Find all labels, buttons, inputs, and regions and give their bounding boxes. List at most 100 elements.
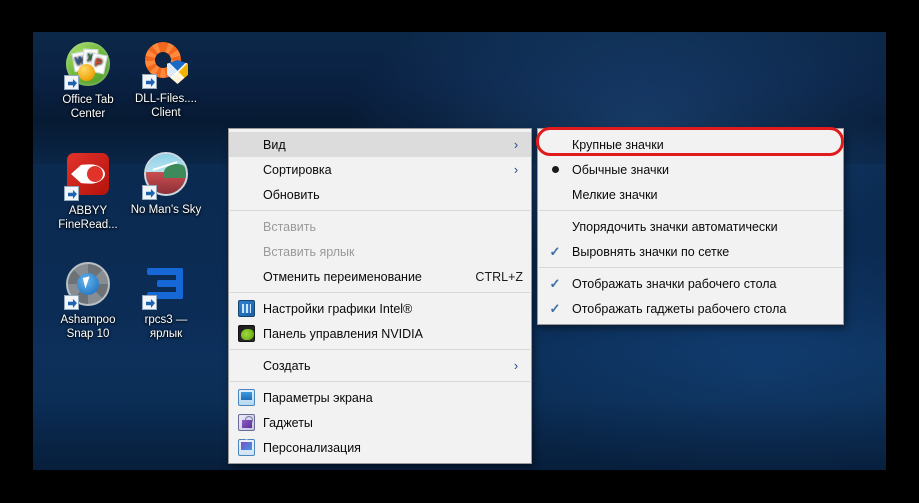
shortcut-arrow-icon: [142, 185, 157, 200]
menu-separator: [539, 267, 842, 268]
desktop-icon-label: ярлык: [149, 327, 183, 340]
chevron-right-icon: ›: [513, 162, 519, 177]
menu-mark-slot: [538, 132, 572, 157]
menu-item-label: Отображать гаджеты рабочего стола: [572, 301, 787, 316]
menu-item-label: Отменить переименование: [263, 269, 422, 284]
intel-graphics-icon: [237, 300, 255, 317]
desktop-icon-label: DLL-Files....: [135, 93, 197, 105]
menu-icon-slot: [229, 264, 263, 289]
menu-icon-slot: [229, 435, 263, 460]
menu-icon-slot: [229, 385, 263, 410]
desktop-icon-abbyy-finereader[interactable]: ABBYY FineRead...: [45, 150, 131, 232]
desktop-context-menu[interactable]: Вид › Сортировка › Обновить Вставить Вст…: [228, 128, 532, 464]
menu-mark-slot: [538, 214, 572, 239]
desktop-icon-label: Office Tab: [62, 94, 114, 106]
chevron-right-icon: ›: [513, 358, 519, 373]
desktop-icon-label: No Man's Sky: [130, 204, 202, 216]
ashampoo-snap-icon: [64, 262, 112, 310]
radio-selected-icon: [551, 166, 559, 173]
rpcs3-icon: [142, 262, 190, 310]
menu-icon-slot: [229, 132, 263, 157]
menu-item-label: Мелкие значки: [572, 187, 658, 202]
menu-mark-slot: [538, 157, 572, 182]
shortcut-arrow-icon: [64, 186, 79, 201]
menu-item-label: Гаджеты: [263, 415, 313, 430]
desktop-icon-label: rpcs3 —: [144, 314, 188, 326]
menu-separator: [230, 381, 530, 382]
shortcut-arrow-icon: [64, 295, 79, 310]
menu-item-new[interactable]: Создать ›: [229, 353, 531, 378]
menu-item-display-settings[interactable]: Параметры экрана: [229, 385, 531, 410]
menu-item-paste-shortcut: Вставить ярлык: [229, 239, 531, 264]
menu-item-sort[interactable]: Сортировка ›: [229, 157, 531, 182]
checkmark-icon: ✓: [549, 276, 561, 291]
display-settings-icon: [237, 389, 255, 406]
view-submenu[interactable]: Крупные значки Обычные значки Мелкие зна…: [537, 128, 844, 325]
menu-item-label: Настройки графики Intel®: [263, 301, 413, 316]
menu-separator: [230, 210, 530, 211]
menu-item-label: Создать: [263, 358, 311, 373]
menu-item-nvidia-control-panel[interactable]: Панель управления NVIDIA: [229, 321, 531, 346]
menu-item-label: Вставить ярлык: [263, 244, 355, 259]
desktop-icon-label: Snap 10: [66, 327, 110, 340]
menu-mark-slot: ✓: [538, 271, 572, 296]
menu-item-label: Вид: [263, 137, 286, 152]
nvidia-icon: [237, 325, 255, 342]
menu-item-label: Упорядочить значки автоматически: [572, 219, 778, 234]
menu-item-label: Отображать значки рабочего стола: [572, 276, 777, 291]
menu-item-label: Крупные значки: [572, 137, 664, 152]
menu-item-label: Панель управления NVIDIA: [263, 326, 423, 341]
desktop-icon-label: Client: [151, 106, 181, 119]
menu-icon-slot: [229, 214, 263, 239]
menu-item-view[interactable]: Вид ›: [229, 132, 531, 157]
menu-separator: [230, 349, 530, 350]
menu-item-personalization[interactable]: Персонализация: [229, 435, 531, 460]
submenu-item-large-icons[interactable]: Крупные значки: [538, 132, 843, 157]
menu-mark-slot: [538, 182, 572, 207]
gadgets-icon: [237, 414, 255, 431]
desktop-icon-dll-files-client[interactable]: DLL-Files.... Client: [123, 40, 209, 120]
desktop-icon-no-mans-sky[interactable]: No Man's Sky: [123, 150, 209, 218]
desktop-icon-label: Ashampoo: [60, 314, 116, 326]
personalization-icon: [237, 439, 255, 456]
menu-icon-slot: [229, 321, 263, 346]
office-tab-center-icon: W X P: [64, 42, 112, 90]
menu-item-undo-rename[interactable]: Отменить переименование CTRL+Z: [229, 264, 531, 289]
desktop-icon-label: FineRead...: [58, 218, 118, 231]
menu-icon-slot: [229, 353, 263, 378]
desktop-icon-label: ABBYY: [68, 205, 108, 217]
menu-icon-slot: [229, 157, 263, 182]
checkmark-icon: ✓: [549, 301, 561, 316]
screenshot-root: W X P Office Tab Center DLL-Files.... Cl…: [0, 0, 919, 503]
submenu-item-show-desktop-gadgets[interactable]: ✓ Отображать гаджеты рабочего стола: [538, 296, 843, 321]
menu-item-label: Сортировка: [263, 162, 332, 177]
submenu-item-show-desktop-icons[interactable]: ✓ Отображать значки рабочего стола: [538, 271, 843, 296]
menu-item-label: Обновить: [263, 187, 320, 202]
no-mans-sky-icon: [142, 152, 190, 200]
desktop-icon-office-tab-center[interactable]: W X P Office Tab Center: [45, 40, 131, 121]
menu-icon-slot: [229, 296, 263, 321]
shortcut-arrow-icon: [142, 295, 157, 310]
dll-files-client-icon: [142, 41, 190, 89]
menu-item-label: Персонализация: [263, 440, 361, 455]
desktop-icon-ashampoo-snap-10[interactable]: Ashampoo Snap 10: [45, 260, 131, 341]
shortcut-arrow-icon: [142, 74, 157, 89]
menu-item-label: Выровнять значки по сетке: [572, 244, 730, 259]
menu-separator: [230, 292, 530, 293]
checkmark-icon: ✓: [549, 244, 561, 259]
menu-item-gadgets[interactable]: Гаджеты: [229, 410, 531, 435]
submenu-item-auto-arrange[interactable]: Упорядочить значки автоматически: [538, 214, 843, 239]
abbyy-finereader-icon: [64, 153, 112, 201]
menu-item-intel-graphics-settings[interactable]: Настройки графики Intel®: [229, 296, 531, 321]
chevron-right-icon: ›: [513, 137, 519, 152]
submenu-item-small-icons[interactable]: Мелкие значки: [538, 182, 843, 207]
menu-item-label: Обычные значки: [572, 162, 669, 177]
submenu-item-medium-icons[interactable]: Обычные значки: [538, 157, 843, 182]
desktop-icon-rpcs3[interactable]: rpcs3 — ярлык: [123, 260, 209, 341]
desktop-icon-label: Center: [70, 107, 106, 120]
menu-icon-slot: [229, 410, 263, 435]
submenu-item-align-to-grid[interactable]: ✓ Выровнять значки по сетке: [538, 239, 843, 264]
menu-item-shortcut-key: CTRL+Z: [475, 269, 523, 284]
menu-item-label: Вставить: [263, 219, 316, 234]
menu-item-refresh[interactable]: Обновить: [229, 182, 531, 207]
